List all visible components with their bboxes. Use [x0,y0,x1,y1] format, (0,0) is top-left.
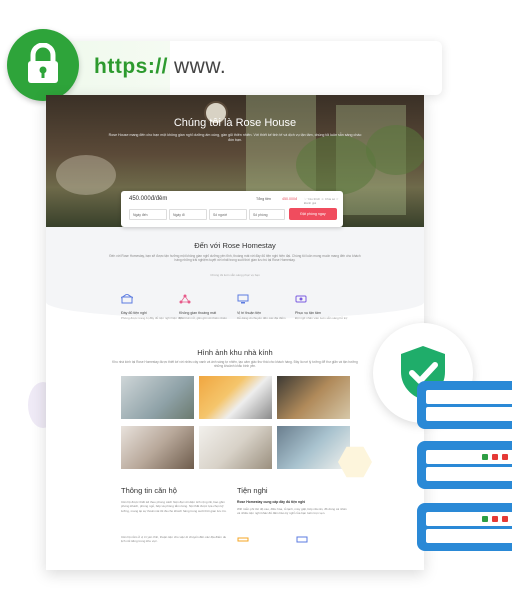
gallery-text: Khu nhà kính tại Rose Homestay được thiế… [112,360,358,369]
gallery-title: Hình ảnh khu nhà kính [197,348,273,357]
website-preview: Chúng tôi là Rose House Rose House mang … [46,95,424,570]
lock-icon [7,29,79,101]
url-domain: www. [173,55,227,78]
booking-form: 450.000đ/đêm Tổng tiền 450.000đ ♡ Yêu th… [121,191,343,227]
info-text-2: Căn hộ nằm ở vị trí yên tĩnh, thuận tiện… [121,535,227,544]
home-icon [120,293,134,304]
url-text: https://www. [94,55,226,79]
intro-note: Chúng tôi luôn sẵn sàng phục vụ bạn [210,273,260,277]
guests-field[interactable]: Số người [209,209,247,220]
server-slot [426,390,512,404]
amenities-text: Wifi miễn phí tốc độ cao, điều hòa, tủ l… [237,507,347,516]
feature-title: Phục vụ tận tâm [295,311,321,315]
feature-desc: Thiết kế mở, gần gũi với thiên nhiên [179,316,227,320]
feature-item: Phục vụ tận tâm Đội ngũ nhân viên luôn s… [295,291,361,320]
server-led [482,516,488,522]
url-scheme: https:// [94,55,168,78]
hero-subtitle: Rose House mang đến cho bạn một không gi… [108,133,362,142]
server-unit [417,381,512,429]
intro-text: Đến với Rose Homestay, bạn sẽ được tận h… [109,254,361,263]
url-bar[interactable]: https://www. [30,41,442,95]
server-slot [426,450,512,464]
server-led [492,516,498,522]
book-button[interactable]: Đặt phòng ngay [289,208,337,220]
gallery-photo[interactable] [121,376,194,419]
bed-icon [296,536,308,543]
rooms-field[interactable]: Số phòng [249,209,285,220]
share-links[interactable]: ♡ Yêu thích ☺ Chia sẻ ☆ Đánh giá [304,197,343,205]
monitor-icon [237,294,249,304]
info-text: Căn hộ được thiết kế theo phong cách hiệ… [121,500,227,513]
server-led [482,454,488,460]
server-unit [417,441,512,489]
total-value: 450.000đ [282,197,297,201]
network-icon [179,294,191,304]
server-led [502,516,508,522]
server-unit [417,503,512,551]
gallery-photo[interactable] [199,426,272,469]
hero-title: Chúng tôi là Rose House [173,117,297,129]
gallery-photo[interactable] [277,376,350,419]
hero-sofa [56,155,116,195]
feature-title: Không gian thoáng mát [179,311,217,315]
server-slot [426,407,512,421]
gallery-photo[interactable] [199,376,272,419]
price: 450.000đ/đêm [129,196,168,202]
checkout-field[interactable]: Ngày đi [169,209,207,220]
total-label: Tổng tiền [256,197,271,201]
feature-desc: Dễ dàng di chuyển đến các địa điểm [237,316,286,320]
feature-title: Vị trí thuận tiện [237,311,262,315]
feature-item: Vị trí thuận tiện Dễ dàng di chuyển đến … [237,291,303,320]
info-title: Thông tin căn hộ [121,486,177,495]
amenities-title: Tiện nghi [237,486,268,495]
service-icon [295,295,307,303]
server-led [502,454,508,460]
server-slot [426,529,512,543]
server-slot [426,467,512,481]
amenities-subtitle: Rose Homestay cung cấp đầy đủ tiện nghi [237,500,306,504]
gallery-photo[interactable] [121,426,194,469]
bathtub-icon [237,537,249,542]
intro-title: Đến với Rose Homestay [194,241,276,250]
server-slot [426,512,512,526]
hero-plant [296,135,376,195]
hero-plant [366,125,424,175]
server-led [492,454,498,460]
feature-desc: Phòng được trang bị đầy đủ tiện nghi hiệ… [121,316,182,320]
checkin-field[interactable]: Ngày đến [129,209,167,220]
feature-title: Đầy đủ tiện nghi [121,311,147,315]
feature-item: Không gian thoáng mát Thiết kế mở, gần g… [179,291,245,320]
feature-item: Đầy đủ tiện nghi Phòng được trang bị đầy… [120,291,187,320]
feature-desc: Đội ngũ nhân viên luôn sẵn sàng hỗ trợ [295,316,348,320]
